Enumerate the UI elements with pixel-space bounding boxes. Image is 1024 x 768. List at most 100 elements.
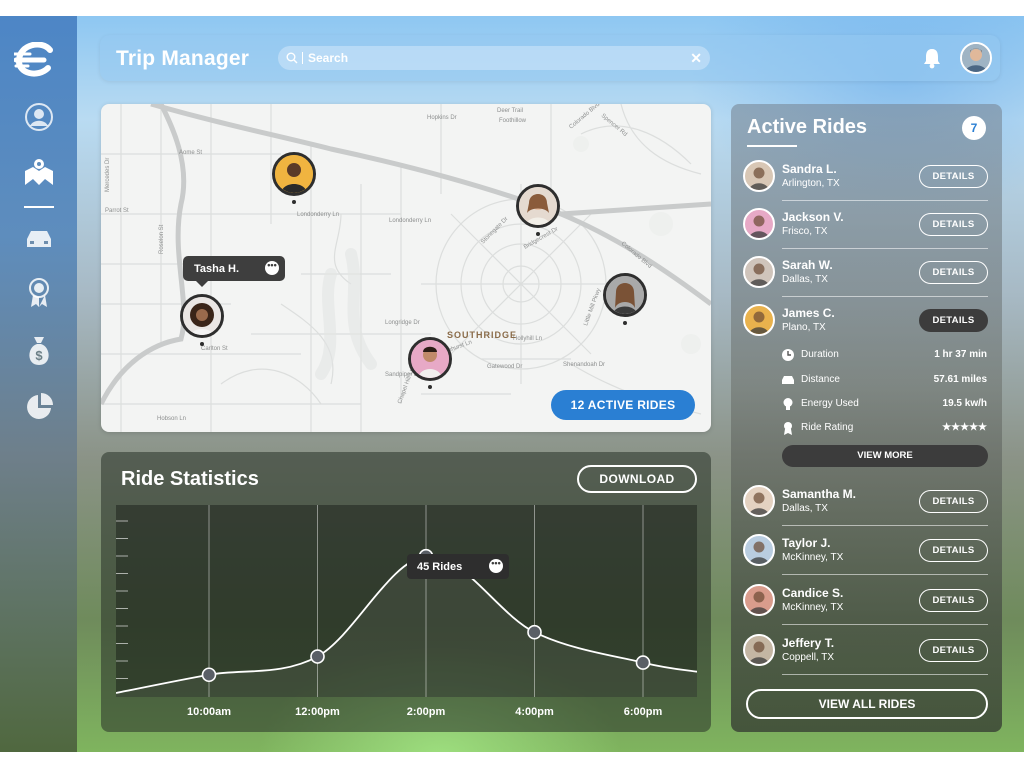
view-more-button[interactable]: VIEW MORE	[782, 445, 988, 467]
street-label: Carlton St	[201, 346, 228, 352]
rider-location: Dallas, TX	[782, 274, 828, 285]
street-label: Little Mill Pkwy	[583, 288, 602, 327]
street-label: Stonegate Dr	[480, 216, 509, 245]
active-rides-button[interactable]: 12 ACTIVE RIDES	[551, 390, 695, 420]
rider-name: Candice S.	[782, 586, 844, 600]
rides-title: Active Rides	[747, 116, 868, 138]
award-ribbon-icon[interactable]	[22, 276, 56, 310]
rider-location: McKinney, TX	[782, 602, 844, 613]
street-label: Spencer Rd	[600, 113, 628, 138]
marker-dot	[623, 321, 627, 325]
ribbon-icon	[781, 421, 795, 435]
nav-active-indicator	[24, 206, 54, 208]
data-point[interactable]	[527, 624, 542, 640]
data-point[interactable]	[310, 649, 325, 664]
rider-avatar	[743, 256, 775, 288]
search-input[interactable]	[308, 49, 688, 67]
more-options-icon[interactable]: •••	[265, 261, 279, 275]
rider-location: Frisco, TX	[782, 226, 828, 237]
rider-name: Jackson V.	[782, 210, 844, 224]
marker-dot	[536, 232, 540, 236]
title-underline	[747, 145, 797, 147]
detail-value: ★★★★★	[942, 422, 987, 433]
street-label: Foothillow	[499, 118, 527, 124]
street-label: Longridge Dr	[385, 320, 420, 326]
clear-search-icon[interactable]: ✕	[690, 50, 702, 66]
car-icon	[781, 373, 795, 387]
search-separator	[302, 52, 303, 64]
x-tick-label: 4:00pm	[515, 706, 554, 718]
ride-list-item[interactable]: Sarah W. Dallas, TX DETAILS	[743, 249, 989, 297]
rider-location: Plano, TX	[782, 322, 826, 333]
details-button[interactable]: DETAILS	[919, 213, 988, 236]
top-bar: Trip Manager ✕	[100, 35, 1000, 81]
details-button[interactable]: DETAILS	[919, 589, 988, 612]
ride-list-item[interactable]: Samantha M. Dallas, TX DETAILS	[743, 478, 989, 526]
ride-list-item[interactable]: Jeffery T. Coppell, TX DETAILS	[743, 627, 989, 675]
street-label: Roselon St	[159, 224, 165, 254]
map-icon[interactable]	[22, 156, 56, 190]
more-options-icon[interactable]: •••	[489, 559, 503, 573]
ride-list-item[interactable]: James C. Plano, TX DETAILS	[743, 297, 989, 345]
street-label: Shenandoah Dr	[563, 362, 605, 368]
search-icon	[286, 51, 298, 69]
rider-name: Jeffery T.	[782, 636, 835, 650]
car-icon[interactable]	[22, 222, 56, 256]
search-bar[interactable]: ✕	[278, 46, 710, 70]
rider-avatar	[743, 485, 775, 517]
x-tick-label: 2:00pm	[406, 706, 446, 718]
marker-dot	[428, 385, 432, 389]
street-label: Hobson Ln	[157, 416, 186, 422]
rider-marker[interactable]	[516, 184, 560, 228]
ride-list-item[interactable]: Candice S. McKinney, TX DETAILS	[743, 577, 989, 625]
rider-marker[interactable]	[272, 152, 316, 196]
street-label: Colorado Blvd	[620, 241, 653, 270]
detail-label: Duration	[801, 349, 839, 360]
user-avatar[interactable]	[960, 42, 992, 74]
pie-chart-icon[interactable]	[22, 390, 56, 424]
details-button[interactable]: DETAILS	[919, 539, 988, 562]
rider-location: Dallas, TX	[782, 503, 828, 514]
data-point[interactable]	[635, 655, 651, 670]
ride-list-item[interactable]: Taylor J. McKinney, TX DETAILS	[743, 527, 989, 575]
detail-label: Distance	[801, 374, 840, 385]
map-panel[interactable]: Hopkins Dr Deer Trail Foothillow Colorad…	[101, 104, 711, 432]
e-logo-icon[interactable]	[12, 41, 58, 78]
rider-avatar	[743, 584, 775, 616]
chart-tooltip[interactable]: 45 Rides •••	[407, 554, 509, 579]
ride-line-chart	[116, 505, 697, 697]
ride-list-item[interactable]: Jackson V. Frisco, TX DETAILS	[743, 201, 989, 249]
street-label: Londonderry Ln	[389, 218, 431, 224]
lightbulb-icon	[781, 397, 795, 411]
rider-avatar	[743, 304, 775, 336]
ride-list-item[interactable]: Sandra L. Arlington, TX DETAILS	[743, 153, 989, 201]
view-all-rides-button[interactable]: VIEW ALL RIDES	[746, 689, 988, 719]
ride-statistics-panel: Ride Statistics DOWNLOAD 10:00am 12:00pm 2…	[101, 452, 711, 732]
details-button[interactable]: DETAILS	[919, 639, 988, 662]
money-bag-icon[interactable]: $	[22, 334, 56, 368]
ride-detail-row: Distance 57.61 miles	[781, 372, 987, 388]
rider-name: Sarah W.	[782, 258, 833, 272]
bell-icon[interactable]	[922, 47, 942, 74]
details-button[interactable]: DETAILS	[919, 309, 988, 332]
details-button[interactable]: DETAILS	[919, 165, 988, 188]
map-tooltip[interactable]: Tasha H. •••	[183, 256, 285, 287]
rider-avatar	[743, 208, 775, 240]
street-label: Mercedes Dr	[105, 158, 111, 192]
rider-marker[interactable]	[603, 273, 647, 317]
ride-detail-row: Duration 1 hr 37 min	[781, 347, 987, 363]
area-label: SOUTHRIDGE	[447, 330, 518, 340]
details-button[interactable]: DETAILS	[919, 490, 988, 513]
rider-marker[interactable]	[180, 294, 224, 338]
tooltip-arrow	[196, 281, 208, 287]
street-label: Colorado Blvd	[568, 104, 601, 131]
data-point[interactable]	[201, 667, 217, 683]
rider-name: Sandra L.	[782, 162, 837, 176]
svg-text:$: $	[35, 348, 43, 363]
profile-icon[interactable]	[22, 100, 56, 134]
rider-avatar	[743, 634, 775, 666]
rider-marker[interactable]	[408, 337, 452, 381]
rider-avatar	[743, 160, 775, 192]
download-button[interactable]: DOWNLOAD	[577, 465, 697, 493]
details-button[interactable]: DETAILS	[919, 261, 988, 284]
